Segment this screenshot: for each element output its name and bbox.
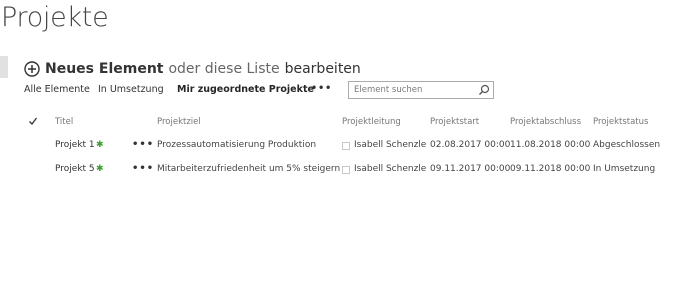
column-header-title[interactable]: Titel bbox=[55, 117, 73, 127]
new-item-marker-icon: ✱ bbox=[96, 164, 104, 174]
search-input[interactable] bbox=[351, 83, 474, 97]
row-lead[interactable]: Isabell Schenzle bbox=[354, 164, 426, 174]
row-end: 11.08.2018 00:00 bbox=[510, 140, 591, 150]
add-circle-icon[interactable] bbox=[24, 61, 40, 77]
select-all-check-icon[interactable] bbox=[28, 116, 38, 126]
row-title-link[interactable]: Projekt 5 bbox=[55, 164, 95, 174]
column-header-start[interactable]: Projektstart bbox=[430, 117, 479, 127]
presence-indicator bbox=[342, 166, 350, 174]
more-views-ellipsis[interactable]: ••• bbox=[311, 83, 332, 94]
new-item-accent-bar bbox=[0, 56, 8, 78]
row-status: In Umsetzung bbox=[593, 164, 656, 174]
search-box bbox=[348, 81, 494, 99]
row-start: 09.11.2017 00:00 bbox=[430, 164, 511, 174]
presence-indicator bbox=[342, 142, 350, 150]
row-menu-ellipsis[interactable]: ••• bbox=[132, 163, 154, 174]
edit-list-link[interactable]: bearbeiten bbox=[285, 61, 361, 77]
row-start: 02.08.2017 00:00 bbox=[430, 140, 511, 150]
view-assigned-to-me[interactable]: Mir zugeordnete Projekte bbox=[177, 84, 314, 95]
row-status: Abgeschlossen bbox=[593, 140, 661, 150]
view-all-items[interactable]: Alle Elemente bbox=[24, 84, 90, 95]
column-header-lead[interactable]: Projektleitung bbox=[342, 117, 401, 127]
row-goal: Mitarbeiterzufriedenheit um 5% steigern bbox=[157, 164, 341, 174]
row-title-link[interactable]: Projekt 1 bbox=[55, 140, 95, 150]
new-item-link[interactable]: Neues Element bbox=[45, 61, 163, 77]
page-title: Projekte bbox=[1, 2, 109, 33]
row-end: 09.11.2018 00:00 bbox=[510, 164, 591, 174]
row-lead[interactable]: Isabell Schenzle bbox=[354, 140, 426, 150]
column-header-goal[interactable]: Projektziel bbox=[157, 117, 201, 127]
column-header-end[interactable]: Projektabschluss bbox=[510, 117, 581, 127]
row-goal: Prozessautomatisierung Produktion bbox=[157, 140, 317, 150]
or-text: oder diese Liste bbox=[168, 61, 280, 77]
column-header-status[interactable]: Projektstatus bbox=[593, 117, 648, 127]
new-item-command-row: Neues Element oder diese Liste bearbeite… bbox=[24, 58, 361, 80]
new-item-marker-icon: ✱ bbox=[96, 140, 104, 150]
view-in-progress[interactable]: In Umsetzung bbox=[98, 84, 164, 95]
search-icon[interactable] bbox=[478, 84, 490, 96]
row-menu-ellipsis[interactable]: ••• bbox=[132, 139, 154, 150]
